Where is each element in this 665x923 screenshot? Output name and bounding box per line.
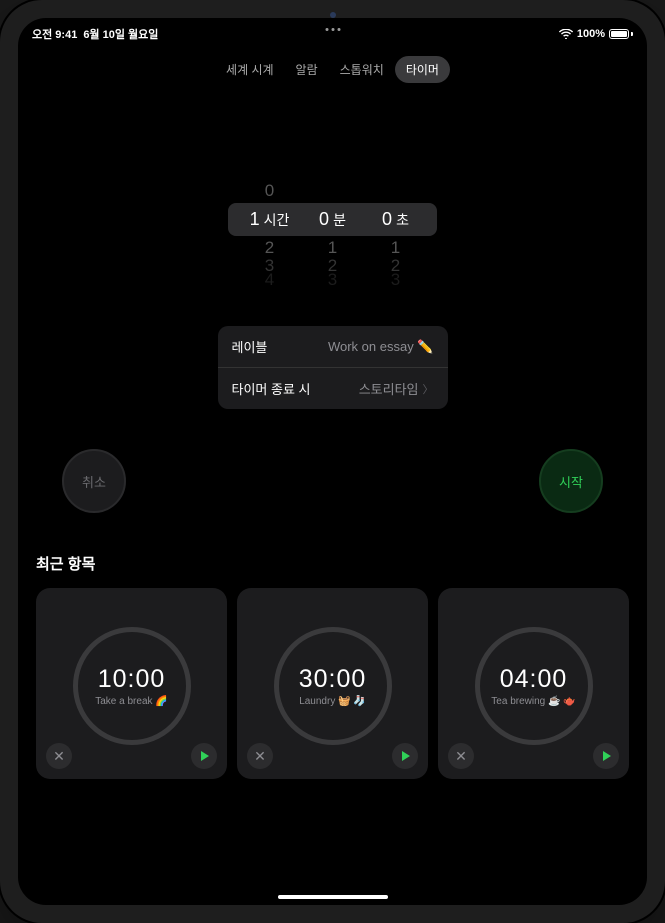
timer-settings-list: 레이블 Work on essay ✏️ 타이머 종료 시 스토리타임 〉	[218, 326, 448, 409]
picker-minute-unit: 분	[333, 210, 346, 230]
label-key: 레이블	[232, 337, 268, 356]
status-bar: 오전 9:41 6월 10일 월요일 100%	[18, 18, 647, 42]
battery-pct: 100%	[577, 28, 605, 40]
label-row[interactable]: 레이블 Work on essay ✏️	[218, 326, 448, 367]
picker-hour-ghost: 0	[242, 181, 297, 201]
battery-icon	[609, 29, 633, 39]
delete-button[interactable]: ✕	[448, 743, 474, 769]
picker-minute-column[interactable]: 0 분	[305, 209, 360, 230]
timer-dial: 10:00 Take a break 🌈	[73, 627, 191, 745]
recent-label: Tea brewing ☕️ 🫖	[483, 696, 583, 707]
picker-second-unit: 초	[396, 210, 409, 230]
recent-timer-card[interactable]: 30:00 Laundry 🧺 🧦 ✕	[237, 588, 428, 779]
chevron-right-icon: 〉	[423, 381, 434, 397]
recents-heading: 최근 항목	[36, 553, 629, 574]
tab-alarm[interactable]: 알람	[285, 56, 329, 83]
recent-label: Laundry 🧺 🧦	[291, 696, 374, 707]
tab-timer[interactable]: 타이머	[395, 56, 450, 83]
multitask-dots-icon[interactable]	[325, 28, 340, 31]
recent-timer-card[interactable]: 10:00 Take a break 🌈 ✕	[36, 588, 227, 779]
cancel-button[interactable]: 취소	[62, 449, 126, 513]
delete-button[interactable]: ✕	[46, 743, 72, 769]
recent-timer-card[interactable]: 04:00 Tea brewing ☕️ 🫖 ✕	[438, 588, 629, 779]
tab-world-clock[interactable]: 세계 시계	[215, 56, 285, 83]
play-icon	[402, 751, 410, 761]
play-button[interactable]	[191, 743, 217, 769]
recent-time: 10:00	[98, 665, 166, 694]
picker-minute-value: 0	[319, 209, 329, 230]
timer-dial: 30:00 Laundry 🧺 🧦	[274, 627, 392, 745]
play-button[interactable]	[593, 743, 619, 769]
wifi-icon	[559, 29, 573, 39]
duration-picker[interactable]: 0 1 시간 0 분 0 초 2 1	[18, 203, 647, 236]
segmented-control: 세계 시계 알람 스톱워치 타이머	[18, 56, 647, 83]
delete-button[interactable]: ✕	[247, 743, 273, 769]
status-time: 오전 9:41	[32, 26, 77, 42]
picker-hour-value: 1	[250, 209, 260, 230]
timer-dial: 04:00 Tea brewing ☕️ 🫖	[475, 627, 593, 745]
play-icon	[201, 751, 209, 761]
tab-stopwatch[interactable]: 스톱워치	[329, 56, 395, 83]
picker-hour-column[interactable]: 1 시간	[242, 209, 297, 230]
recents-grid: 10:00 Take a break 🌈 ✕ 30:00	[36, 588, 629, 779]
picker-hour-unit: 시간	[264, 210, 290, 230]
when-timer-ends-row[interactable]: 타이머 종료 시 스토리타임 〉	[218, 367, 448, 409]
label-value: Work on essay ✏️	[328, 339, 434, 355]
home-indicator[interactable]	[278, 895, 388, 899]
play-icon	[603, 751, 611, 761]
end-key: 타이머 종료 시	[232, 379, 311, 398]
recent-time: 04:00	[500, 665, 568, 694]
play-button[interactable]	[392, 743, 418, 769]
picker-second-value: 0	[382, 209, 392, 230]
picker-second-column[interactable]: 0 초	[368, 209, 423, 230]
close-icon: ✕	[53, 748, 65, 765]
close-icon: ✕	[254, 748, 266, 765]
close-icon: ✕	[455, 748, 467, 765]
recent-label: Take a break 🌈	[87, 696, 176, 707]
start-button[interactable]: 시작	[539, 449, 603, 513]
recent-time: 30:00	[299, 665, 367, 694]
status-date: 6월 10일 월요일	[83, 26, 158, 42]
end-value: 스토리타임	[359, 379, 419, 398]
